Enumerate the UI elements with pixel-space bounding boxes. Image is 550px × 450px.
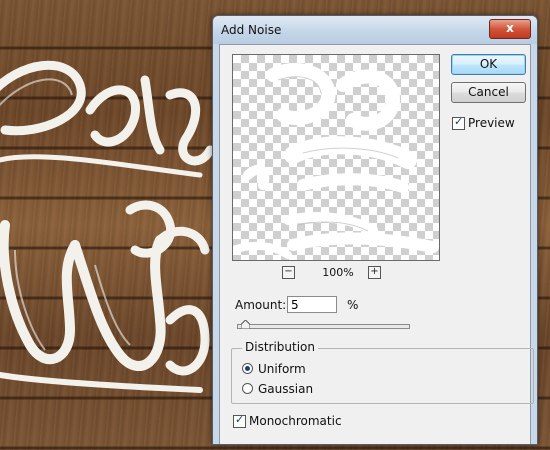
dialog-title: Add Noise bbox=[221, 23, 282, 37]
amount-slider-track[interactable] bbox=[237, 324, 410, 329]
radio-uniform[interactable]: Uniform bbox=[242, 362, 342, 376]
close-icon: x bbox=[506, 21, 514, 35]
close-button[interactable]: x bbox=[489, 19, 531, 39]
monochromatic-checkbox[interactable]: ✓ Monochromatic bbox=[233, 413, 363, 429]
ok-button[interactable]: OK bbox=[451, 54, 526, 75]
preview-label: Preview bbox=[468, 116, 515, 130]
radio-uniform-circle[interactable] bbox=[242, 363, 253, 374]
title-bar[interactable]: Add Noise x bbox=[213, 16, 537, 44]
radio-gaussian[interactable]: Gaussian bbox=[242, 382, 342, 396]
minus-icon: − bbox=[284, 266, 293, 277]
cancel-button[interactable]: Cancel bbox=[451, 82, 526, 103]
monochromatic-label: Monochromatic bbox=[249, 414, 342, 428]
zoom-in-button[interactable]: + bbox=[368, 266, 381, 279]
check-icon: ✓ bbox=[454, 115, 464, 128]
amount-label: Amount: bbox=[235, 298, 287, 312]
amount-unit: % bbox=[347, 298, 359, 312]
amount-slider-thumb[interactable] bbox=[241, 320, 251, 329]
filter-preview[interactable] bbox=[232, 54, 440, 261]
radio-selected-dot bbox=[245, 366, 250, 371]
zoom-controls: − 100% + bbox=[282, 266, 392, 280]
add-noise-dialog: Add Noise x − 100% + OK Cancel ✓ Preview… bbox=[212, 15, 538, 445]
zoom-level: 100% bbox=[322, 266, 354, 279]
plus-icon: + bbox=[370, 266, 379, 277]
check-icon: ✓ bbox=[235, 413, 245, 426]
amount-input[interactable] bbox=[287, 296, 337, 313]
preview-checkbox-box[interactable]: ✓ bbox=[452, 115, 465, 130]
radio-gaussian-label: Gaussian bbox=[258, 382, 314, 396]
dialog-body: − 100% + OK Cancel ✓ Preview Amount: % D… bbox=[219, 44, 534, 444]
radio-gaussian-circle[interactable] bbox=[242, 383, 253, 394]
zoom-out-button[interactable]: − bbox=[282, 266, 295, 279]
preview-image bbox=[233, 63, 439, 259]
distribution-label: Distribution bbox=[242, 340, 319, 354]
preview-checkbox[interactable]: ✓ Preview bbox=[452, 115, 542, 131]
monochromatic-checkbox-box[interactable]: ✓ bbox=[233, 413, 246, 428]
radio-uniform-label: Uniform bbox=[258, 362, 306, 376]
